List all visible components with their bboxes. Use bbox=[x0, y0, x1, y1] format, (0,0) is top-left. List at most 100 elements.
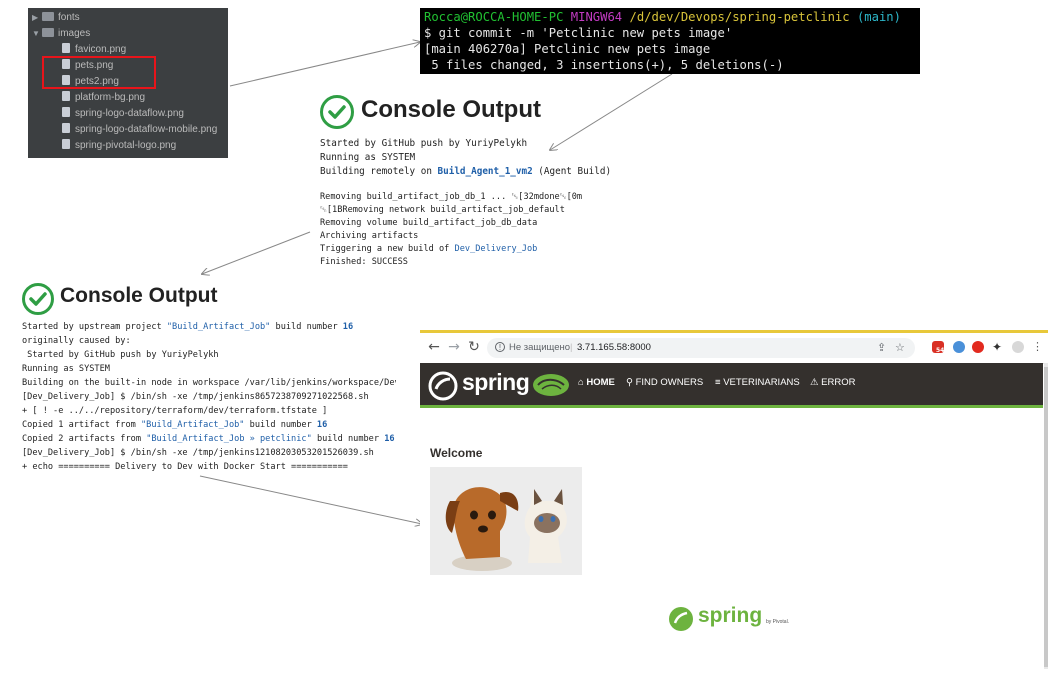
image-file-icon bbox=[62, 107, 70, 117]
image-file-icon bbox=[62, 91, 70, 101]
console-text: Started by upstream project bbox=[22, 322, 167, 332]
nav-find-owners[interactable]: ⚲ FIND OWNERS bbox=[626, 377, 703, 388]
console-line: ␛[1BRemoving network build_artifact_job_… bbox=[320, 205, 565, 215]
nav-veterinarians[interactable]: ≡ VETERINARIANS bbox=[715, 377, 800, 388]
bookmark-star-icon[interactable]: ☆ bbox=[895, 338, 905, 358]
highlight-box bbox=[42, 56, 156, 89]
terminal-path: /d/dev/Devops/spring-petclinic bbox=[629, 10, 850, 24]
tree-file-spring-pivotal-logo[interactable]: spring-pivotal-logo.png bbox=[62, 138, 176, 154]
console-line: Removing volume build_artifact_job_db_da… bbox=[320, 218, 538, 228]
not-secure-label[interactable]: Не защищено bbox=[509, 338, 570, 358]
console-line: Finished: SUCCESS bbox=[320, 257, 408, 267]
console-text: (Agent Build) bbox=[532, 166, 612, 177]
agent-link[interactable]: Build_Agent_1_vm2 bbox=[438, 166, 533, 177]
git-bash-terminal: Rocca@ROCCA-HOME-PC MINGW64 /d/dev/Devop… bbox=[420, 8, 920, 74]
spring-logo-icon[interactable] bbox=[428, 371, 458, 401]
brand-name[interactable]: spring bbox=[462, 369, 530, 396]
nav-label: FIND OWNERS bbox=[635, 377, 704, 388]
warning-icon[interactable]: ! bbox=[495, 342, 505, 352]
arrow-console1-to-console2 bbox=[202, 231, 311, 274]
console-text: Copied 1 artifact from bbox=[22, 420, 141, 430]
console-line: Copied 1 artifact from "Build_Artifact_J… bbox=[22, 420, 327, 430]
image-file-icon bbox=[62, 139, 70, 149]
forward-arrow-icon[interactable]: → bbox=[446, 339, 462, 355]
build-number-link[interactable]: 16 bbox=[317, 420, 327, 430]
console-text: build number bbox=[244, 420, 317, 430]
tree-file-spring-logo-dataflow[interactable]: spring-logo-dataflow.png bbox=[62, 106, 184, 122]
console-line: Triggering a new build of Dev_Delivery_J… bbox=[320, 244, 537, 254]
console-line: Running as SYSTEM bbox=[320, 152, 416, 163]
image-file-icon bbox=[62, 123, 70, 133]
console-line: Building on the built-in node in workspa… bbox=[22, 378, 396, 388]
success-check-icon bbox=[22, 283, 54, 315]
url-text[interactable]: 3.71.165.58:8000 bbox=[577, 338, 651, 358]
console-text: build number bbox=[311, 434, 385, 444]
folder-icon bbox=[42, 12, 54, 21]
warning-triangle-icon: ⚠ bbox=[810, 377, 819, 388]
console-output-title: Console Output bbox=[361, 96, 541, 123]
console-text: build number bbox=[270, 322, 343, 332]
gmail-extension-icon[interactable]: 54 bbox=[932, 341, 945, 354]
petclinic-job-link[interactable]: "Build_Artifact_Job » petclinic" bbox=[146, 434, 312, 444]
console-line: originally caused by: bbox=[22, 336, 131, 346]
pet-logo-icon bbox=[533, 374, 569, 396]
artifact-job-link[interactable]: "Build_Artifact_Job" bbox=[141, 420, 244, 430]
petclinic-navbar: spring ⌂ HOME ⚲ FIND OWNERS ≡ VETERINARI… bbox=[420, 363, 1043, 408]
tree-folder-fonts[interactable]: ▶ fonts bbox=[32, 10, 80, 26]
tree-item-label: spring-logo-dataflow-mobile.png bbox=[75, 124, 218, 135]
pets-image bbox=[430, 467, 582, 575]
menu-kebab-icon[interactable]: ⋮ bbox=[1032, 341, 1044, 353]
opera-extension-icon[interactable] bbox=[972, 341, 984, 353]
nav-label: HOME bbox=[586, 377, 615, 388]
shield-extension-icon[interactable] bbox=[953, 341, 965, 353]
dev-delivery-job-link[interactable]: Dev_Delivery_Job bbox=[455, 244, 538, 254]
chevron-right-icon[interactable]: ▶ bbox=[32, 10, 42, 26]
tree-folder-images[interactable]: ▼ images bbox=[32, 26, 90, 42]
console-line: Copied 2 artifacts from "Build_Artifact_… bbox=[22, 434, 395, 444]
console-line: + [ ! -e ../../repository/terraform/dev/… bbox=[22, 406, 328, 416]
address-separator: | bbox=[570, 342, 573, 353]
console-text: Copied 2 artifacts from bbox=[22, 434, 147, 444]
console-line: Removing build_artifact_job_db_1 ... ␛[3… bbox=[320, 192, 583, 202]
console-line: Archiving artifacts bbox=[320, 231, 419, 241]
folder-icon bbox=[42, 28, 54, 37]
scrollbar-thumb[interactable] bbox=[1044, 367, 1048, 667]
tree-item-label: images bbox=[58, 28, 91, 39]
build-number-link[interactable]: 16 bbox=[384, 434, 394, 444]
console-line: [Dev_Delivery_Job] $ /bin/sh -xe /tmp/je… bbox=[22, 448, 374, 458]
extensions-puzzle-icon[interactable]: ✦ bbox=[992, 341, 1004, 353]
footer-by-pivotal: by Pivotal. bbox=[766, 619, 790, 625]
terminal-shell: MINGW64 bbox=[570, 10, 623, 24]
image-file-icon bbox=[62, 43, 70, 53]
terminal-output-line: 5 files changed, 3 insertions(+), 5 dele… bbox=[424, 58, 784, 72]
terminal-output-line: [main 406270a] Petclinic new pets image bbox=[424, 42, 711, 56]
tree-item-label: platform-bg.png bbox=[75, 92, 146, 103]
welcome-heading: Welcome bbox=[430, 446, 483, 460]
console-line: Started by GitHub push by YuriyPelykh bbox=[22, 350, 219, 360]
browser-window: ← → ↻ ! Не защищено | 3.71.165.58:8000 ⇪… bbox=[420, 330, 1048, 676]
profile-avatar-icon[interactable] bbox=[1012, 341, 1024, 353]
console-line: + echo ========== Delivery to Dev with D… bbox=[22, 462, 348, 472]
console-text: Triggering a new build of bbox=[320, 244, 455, 254]
browser-toolbar: ← → ↻ ! Не защищено | 3.71.165.58:8000 ⇪… bbox=[420, 333, 1048, 364]
upstream-job-link[interactable]: "Build_Artifact_Job" bbox=[167, 322, 270, 332]
home-icon: ⌂ bbox=[578, 377, 584, 388]
arrow-console2-to-browser bbox=[199, 475, 422, 524]
terminal-user-host: Rocca@ROCCA-HOME-PC bbox=[424, 10, 564, 24]
nav-home[interactable]: ⌂ HOME bbox=[578, 377, 615, 388]
address-bar[interactable]: ! Не защищено | 3.71.165.58:8000 ⇪ ☆ bbox=[487, 338, 915, 358]
tree-file-spring-logo-dataflow-mobile[interactable]: spring-logo-dataflow-mobile.png bbox=[62, 122, 217, 138]
mail-badge: 54 bbox=[936, 347, 945, 354]
console-line: Running as SYSTEM bbox=[22, 364, 110, 374]
arrow-terminal-to-console1 bbox=[550, 73, 673, 150]
project-file-tree: ▶ fonts ▼ images favicon.png pets.png pets… bbox=[28, 8, 228, 158]
nav-label: VETERINARIANS bbox=[723, 377, 800, 388]
nav-error[interactable]: ⚠ ERROR bbox=[810, 377, 855, 388]
back-arrow-icon[interactable]: ← bbox=[426, 339, 442, 355]
build-number-link[interactable]: 16 bbox=[343, 322, 353, 332]
share-icon[interactable]: ⇪ bbox=[877, 338, 886, 358]
tree-file-platform-bg[interactable]: platform-bg.png bbox=[62, 90, 145, 106]
reload-icon[interactable]: ↻ bbox=[466, 339, 482, 355]
list-icon: ≡ bbox=[715, 377, 721, 388]
chevron-down-icon[interactable]: ▼ bbox=[32, 26, 42, 42]
